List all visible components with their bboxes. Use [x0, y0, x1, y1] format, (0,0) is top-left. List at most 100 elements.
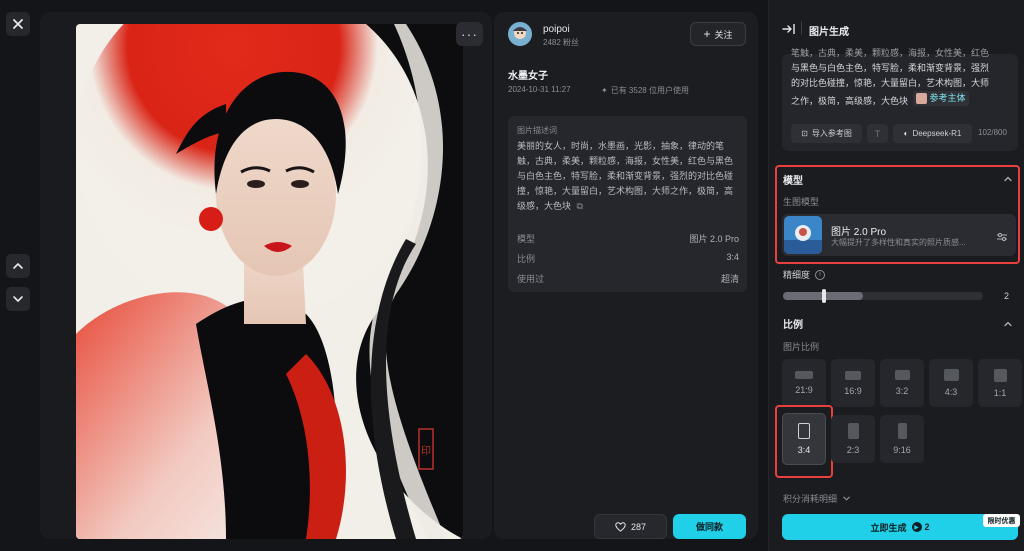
- ratio-shape: [845, 370, 861, 380]
- publish-date: 2024-10-31 11:27: [508, 85, 571, 94]
- close-icon: [13, 19, 23, 29]
- prompt-label: 图片描述词: [517, 126, 557, 135]
- prompt-line: 与黑色与白色主色，特写脸，柔和渐变背景，强烈: [791, 63, 990, 73]
- like-count: 287: [630, 521, 647, 532]
- ellipsis-icon: ···: [461, 26, 478, 42]
- reference-tag-label: 参考主体: [929, 93, 966, 103]
- model-name: 图片 2.0 Pro: [831, 227, 887, 238]
- more-options-button[interactable]: ···: [456, 22, 483, 46]
- detail-value: 2: [1004, 291, 1010, 301]
- ratio-option-1-1[interactable]: 1:1: [978, 359, 1022, 407]
- next-button[interactable]: [6, 287, 30, 311]
- sparkle-icon: ✦: [601, 86, 608, 95]
- ratio-option-3-2[interactable]: 3:2: [880, 359, 924, 407]
- panel-collapse-icon: [782, 24, 795, 34]
- meta-key: 比例: [517, 254, 536, 264]
- avatar[interactable]: [508, 22, 532, 46]
- info-icon[interactable]: i: [815, 269, 826, 280]
- model-settings-button[interactable]: [996, 229, 1008, 247]
- model-section-title: 模型: [783, 176, 803, 187]
- credit-icon: ▶: [911, 522, 922, 532]
- ratio-label: 图片比例: [783, 342, 820, 352]
- reference-thumbnail: [915, 93, 927, 104]
- like-button[interactable]: 287: [594, 514, 667, 539]
- author-name[interactable]: poipoi: [543, 24, 570, 35]
- meta-row: 比例 3:4: [517, 252, 739, 272]
- collapse-sidebar-button[interactable]: [782, 22, 795, 40]
- ratio-option-label: 2:3: [846, 445, 860, 455]
- ratio-section-title: 比例: [783, 320, 803, 331]
- collapse-ratio-button[interactable]: [1003, 316, 1013, 334]
- ratio-option-4-3[interactable]: 4:3: [929, 359, 973, 407]
- ratio-shape: [795, 371, 813, 379]
- model-description: 大幅提升了多样性和真实的照片质感...: [831, 238, 966, 247]
- chevron-down-icon: [843, 496, 850, 501]
- ratio-option-label: 9:16: [893, 445, 911, 455]
- chevron-up-icon: [1004, 176, 1012, 182]
- svg-text:印: 印: [421, 445, 431, 457]
- chevron-up-icon: [13, 263, 23, 269]
- ratio-option-3-4[interactable]: 3:4: [782, 413, 826, 465]
- plus-icon: +: [703, 27, 711, 41]
- sidebar-title: 图片生成: [809, 27, 849, 38]
- image-import-icon: ⊡: [801, 129, 808, 138]
- prompt-line-text: 之作，极简，高级感，大色块: [791, 96, 909, 106]
- ratio-option-label: 16:9: [844, 385, 862, 396]
- ratio-option-label: 1:1: [993, 387, 1007, 398]
- cost-label: 积分消耗明细: [783, 494, 838, 504]
- generate-cost: 2: [924, 522, 930, 532]
- ratio-shape: [847, 423, 859, 439]
- gen-model-label: 生图模型: [783, 197, 820, 207]
- ratio-option-label: 3:2: [895, 386, 909, 396]
- make-same-button[interactable]: 做同款: [673, 514, 746, 539]
- char-counter: 102/800: [978, 128, 1007, 137]
- detail-label-row: 精细度 i: [783, 268, 826, 281]
- generated-artwork: 印: [76, 24, 463, 539]
- follower-count: 2482 粉丝: [543, 38, 580, 47]
- prompt-text[interactable]: 美丽的女人，时尚，水墨画，光影，抽象，律动的笔触，古典，柔美，颗粒感，海报，女性…: [517, 139, 739, 214]
- meta-list: 模型 图片 2.0 Pro 比例 3:4 使用过 超清: [517, 232, 739, 292]
- import-reference-label: 导入参考图: [811, 129, 852, 138]
- previous-button[interactable]: [6, 254, 30, 278]
- close-button[interactable]: [6, 12, 30, 36]
- prompt-editor-text[interactable]: 笔触，古典，柔美，颗粒感，海报，女性美，红色 与黑色与白色主色，特写脸，柔和渐变…: [791, 46, 1013, 109]
- detail-label: 精细度: [783, 270, 811, 280]
- meta-value: 3:4: [726, 252, 739, 262]
- ratio-option-label: 21:9: [795, 385, 813, 395]
- usage-stat: ✦ 已有 3528 位用户使用: [601, 85, 689, 96]
- meta-key: 使用过: [517, 274, 545, 284]
- chevron-down-icon: [13, 296, 23, 302]
- ratio-option-2-3[interactable]: 2:3: [831, 415, 875, 463]
- ratio-shape: [894, 370, 910, 380]
- artwork-title: 水墨女子: [508, 71, 548, 82]
- text-style-button[interactable]: T: [867, 124, 888, 143]
- copy-icon[interactable]: ⧉: [577, 201, 583, 211]
- meta-row: 模型 图片 2.0 Pro: [517, 232, 739, 252]
- cost-details-toggle[interactable]: 积分消耗明细: [783, 492, 851, 505]
- ratio-option-label: 3:4: [797, 445, 811, 455]
- ratio-shape: [943, 369, 959, 381]
- follow-button[interactable]: + 关注: [690, 22, 746, 46]
- detail-slider[interactable]: [783, 292, 983, 300]
- model-thumbnail: [784, 216, 822, 254]
- heart-icon: [615, 521, 626, 532]
- ratio-shape: [897, 423, 907, 439]
- deepseek-label: Deepseek-R1: [912, 129, 962, 138]
- deepseek-button[interactable]: ◐ Deepseek-R1: [893, 124, 972, 143]
- meta-row: 使用过 超清: [517, 272, 739, 292]
- reference-subject-tag[interactable]: 参考主体: [912, 91, 969, 106]
- ratio-option-21-9[interactable]: 21:9: [782, 359, 826, 407]
- ratio-option-label: 4:3: [944, 387, 958, 397]
- meta-value: 超清: [720, 274, 739, 284]
- text-format-icon: T: [874, 128, 881, 139]
- import-reference-button[interactable]: ⊡ 导入参考图: [791, 124, 862, 143]
- usage-text: 已有 3528 位用户使用: [610, 86, 689, 95]
- prompt-body: 美丽的女人，时尚，水墨画，光影，抽象，律动的笔触，古典，柔美，颗粒感，海报，女性…: [517, 141, 734, 211]
- collapse-model-button[interactable]: [1003, 171, 1013, 189]
- detail-slider-handle[interactable]: [822, 289, 826, 303]
- chevron-up-icon: [1004, 321, 1012, 327]
- prompt-line: 的对比色碰撞，惊艳，大量留白，艺术构图，大师: [791, 78, 990, 88]
- ratio-option-16-9[interactable]: 16:9: [831, 359, 875, 407]
- ratio-option-9-16[interactable]: 9:16: [880, 415, 924, 463]
- promo-badge: 限时优惠: [983, 514, 1020, 527]
